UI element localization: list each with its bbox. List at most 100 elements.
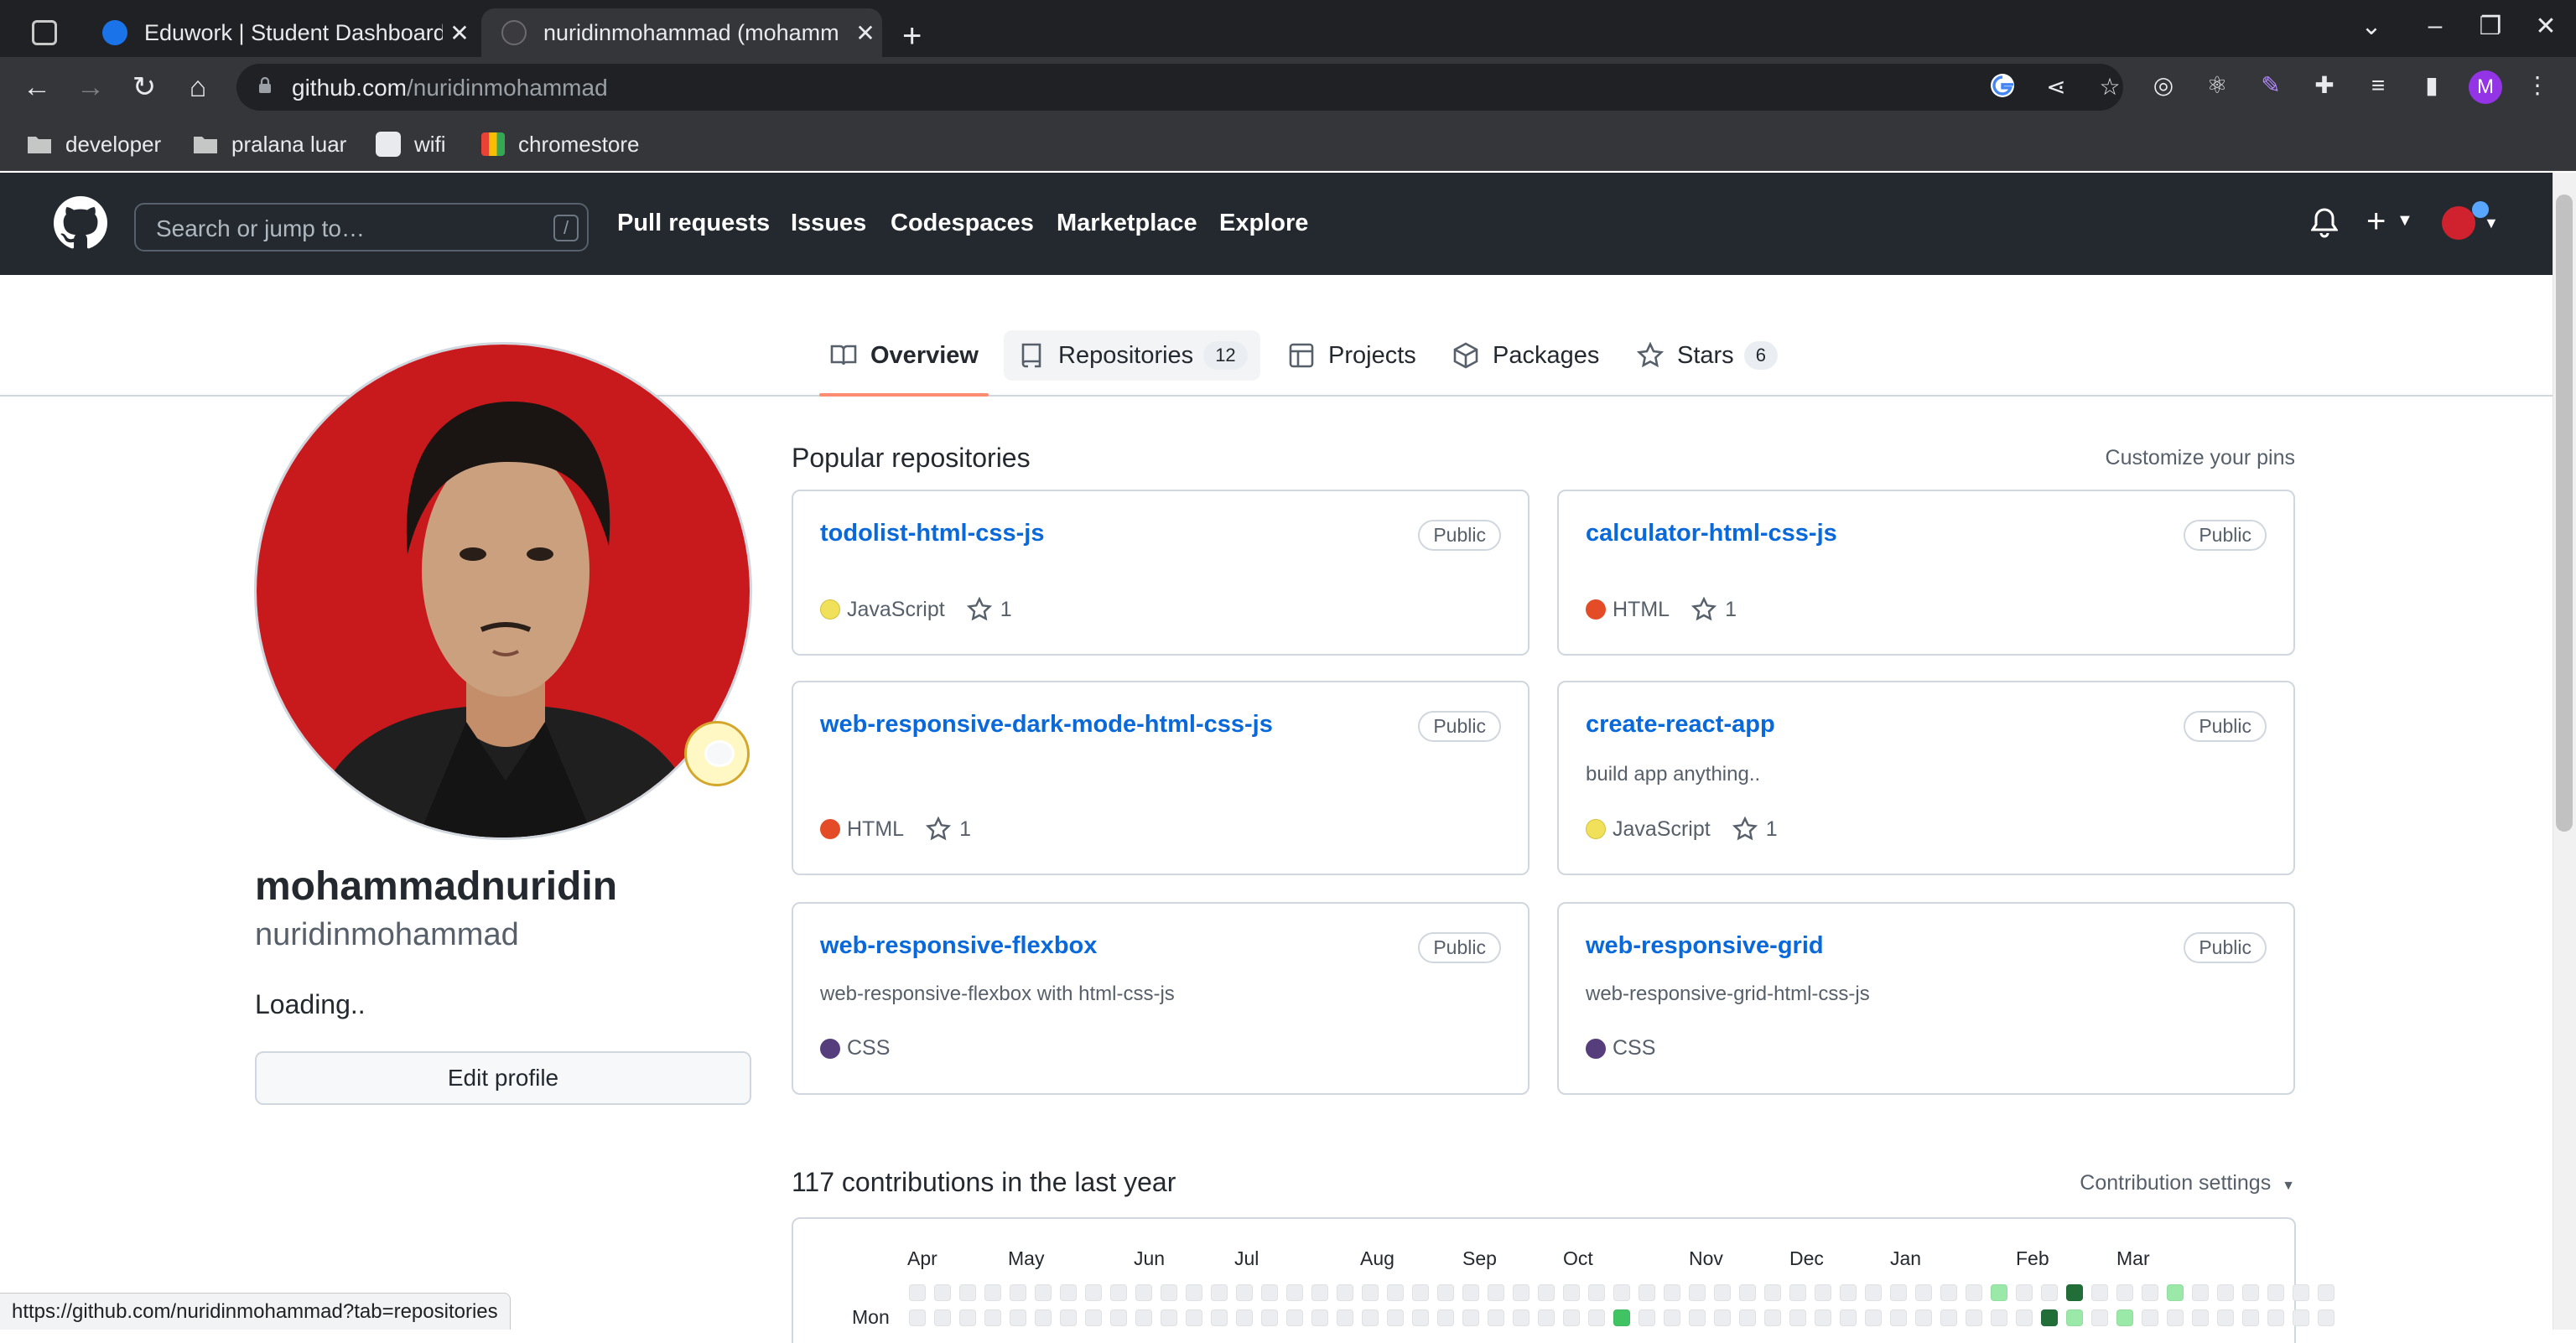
close-icon[interactable]: ✕ xyxy=(443,19,476,47)
contribution-day-cell[interactable] xyxy=(1286,1309,1303,1326)
contribution-day-cell[interactable] xyxy=(1739,1284,1756,1301)
star-icon[interactable] xyxy=(1691,597,1717,622)
contribution-day-cell[interactable] xyxy=(1789,1309,1806,1326)
contribution-day-cell[interactable] xyxy=(1940,1309,1957,1326)
contribution-day-cell[interactable] xyxy=(1261,1284,1278,1301)
forward-icon[interactable]: → xyxy=(74,70,107,104)
tab-search-icon[interactable]: ⌄ xyxy=(2355,12,2388,41)
search-input[interactable]: Search or jump to… / xyxy=(134,203,589,251)
contribution-day-cell[interactable] xyxy=(2192,1284,2209,1301)
contribution-day-cell[interactable] xyxy=(1664,1284,1680,1301)
contribution-day-cell[interactable] xyxy=(1462,1284,1479,1301)
contribution-day-cell[interactable] xyxy=(2242,1309,2259,1326)
contribution-day-cell[interactable] xyxy=(2041,1309,2058,1326)
contribution-day-cell[interactable] xyxy=(2267,1309,2284,1326)
contribution-day-cell[interactable] xyxy=(2167,1309,2184,1326)
contribution-day-cell[interactable] xyxy=(2318,1284,2334,1301)
contribution-day-cell[interactable] xyxy=(1110,1284,1127,1301)
contribution-day-cell[interactable] xyxy=(1412,1284,1429,1301)
tab-stars[interactable]: Stars 6 xyxy=(1637,332,1778,379)
create-new-plus-icon[interactable]: + xyxy=(2366,203,2386,241)
repo-name-link[interactable]: web-responsive-flexbox xyxy=(820,932,1097,960)
side-panel-icon[interactable]: ▮ xyxy=(2417,70,2447,101)
contribution-day-cell[interactable] xyxy=(1010,1284,1026,1301)
contribution-day-cell[interactable] xyxy=(1261,1309,1278,1326)
contribution-day-cell[interactable] xyxy=(1639,1284,1655,1301)
contribution-day-cell[interactable] xyxy=(2091,1284,2108,1301)
star-icon[interactable] xyxy=(966,597,992,622)
bookmark-chromestore[interactable]: chromestore xyxy=(481,129,640,159)
nav-marketplace[interactable]: Marketplace xyxy=(1057,210,1197,237)
contribution-day-cell[interactable] xyxy=(2066,1284,2083,1301)
tab-projects[interactable]: Projects xyxy=(1288,332,1416,379)
contribution-day-cell[interactable] xyxy=(1513,1309,1530,1326)
contribution-day-cell[interactable] xyxy=(1915,1284,1932,1301)
notifications-bell-icon[interactable] xyxy=(2311,208,2338,238)
contribution-day-cell[interactable] xyxy=(1311,1309,1328,1326)
contribution-day-cell[interactable] xyxy=(2091,1309,2108,1326)
contribution-day-cell[interactable] xyxy=(1966,1284,1982,1301)
bookmark-pralana-luar[interactable]: pralana luar xyxy=(193,129,346,159)
user-avatar-menu[interactable] xyxy=(2442,206,2475,240)
contribution-day-cell[interactable] xyxy=(1186,1309,1202,1326)
contribution-day-cell[interactable] xyxy=(1337,1284,1353,1301)
contribution-day-cell[interactable] xyxy=(1437,1309,1454,1326)
address-bar[interactable]: github.com/nuridinmohammad ⋖ ☆ xyxy=(236,64,2123,111)
contribution-day-cell[interactable] xyxy=(2116,1284,2133,1301)
back-icon[interactable]: ← xyxy=(20,70,54,104)
edit-profile-button[interactable]: Edit profile xyxy=(255,1051,751,1105)
menu-kebab-icon[interactable]: ⋮ xyxy=(2522,70,2553,101)
extension-feather-icon[interactable]: ✎ xyxy=(2256,70,2286,101)
contribution-day-cell[interactable] xyxy=(1035,1309,1052,1326)
window-close-icon[interactable]: ✕ xyxy=(2529,12,2563,41)
contribution-settings-dropdown[interactable]: Contribution settings ▼ xyxy=(2080,1171,2295,1195)
nav-issues[interactable]: Issues xyxy=(791,210,866,237)
contribution-day-cell[interactable] xyxy=(959,1284,976,1301)
contribution-day-cell[interactable] xyxy=(2318,1309,2334,1326)
home-icon[interactable]: ⌂ xyxy=(181,70,215,104)
repo-name-link[interactable]: todolist-html-css-js xyxy=(820,520,1044,547)
customize-pins-link[interactable]: Customize your pins xyxy=(2106,446,2295,470)
contribution-day-cell[interactable] xyxy=(2267,1284,2284,1301)
contribution-day-cell[interactable] xyxy=(2041,1284,2058,1301)
contribution-day-cell[interactable] xyxy=(2293,1309,2309,1326)
repo-name-link[interactable]: web-responsive-grid xyxy=(1586,932,1824,960)
repo-stars[interactable]: 1 xyxy=(1725,598,1737,622)
contribution-day-cell[interactable] xyxy=(1362,1309,1379,1326)
restore-icon[interactable]: ❐ xyxy=(2474,12,2507,41)
contribution-day-cell[interactable] xyxy=(1991,1309,2007,1326)
contribution-day-cell[interactable] xyxy=(1739,1309,1756,1326)
contribution-day-cell[interactable] xyxy=(1135,1284,1152,1301)
contribution-day-cell[interactable] xyxy=(2016,1309,2033,1326)
google-icon[interactable] xyxy=(1987,72,2018,102)
contribution-day-cell[interactable] xyxy=(1060,1309,1077,1326)
tab-repositories[interactable]: Repositories 12 xyxy=(1018,332,1248,379)
contribution-day-cell[interactable] xyxy=(934,1284,951,1301)
contribution-day-cell[interactable] xyxy=(2116,1309,2133,1326)
nav-explore[interactable]: Explore xyxy=(1219,210,1308,237)
contribution-day-cell[interactable] xyxy=(1840,1309,1857,1326)
contribution-day-cell[interactable] xyxy=(1311,1284,1328,1301)
close-icon[interactable]: ✕ xyxy=(849,19,882,47)
github-logo-icon[interactable] xyxy=(54,196,107,250)
contribution-day-cell[interactable] xyxy=(1915,1309,1932,1326)
browser-tab-eduwork[interactable]: Eduwork | Student Dashboard ✕ xyxy=(82,8,476,57)
contribution-day-cell[interactable] xyxy=(2066,1309,2083,1326)
tab-overview[interactable]: Overview xyxy=(830,332,979,379)
nav-pull-requests[interactable]: Pull requests xyxy=(617,210,770,237)
contribution-day-cell[interactable] xyxy=(984,1309,1001,1326)
contribution-day-cell[interactable] xyxy=(1966,1309,1982,1326)
contribution-day-cell[interactable] xyxy=(2293,1284,2309,1301)
contribution-day-cell[interactable] xyxy=(1789,1284,1806,1301)
contribution-day-cell[interactable] xyxy=(1664,1309,1680,1326)
contribution-day-cell[interactable] xyxy=(1563,1284,1580,1301)
contribution-day-cell[interactable] xyxy=(1462,1309,1479,1326)
contribution-day-cell[interactable] xyxy=(1035,1284,1052,1301)
contribution-day-cell[interactable] xyxy=(1613,1309,1630,1326)
contribution-day-cell[interactable] xyxy=(1815,1284,1831,1301)
repo-name-link[interactable]: calculator-html-css-js xyxy=(1586,520,1837,547)
contribution-day-cell[interactable] xyxy=(1538,1309,1555,1326)
contribution-day-cell[interactable] xyxy=(1211,1284,1228,1301)
contribution-day-cell[interactable] xyxy=(1588,1309,1605,1326)
contribution-day-cell[interactable] xyxy=(1865,1284,1882,1301)
